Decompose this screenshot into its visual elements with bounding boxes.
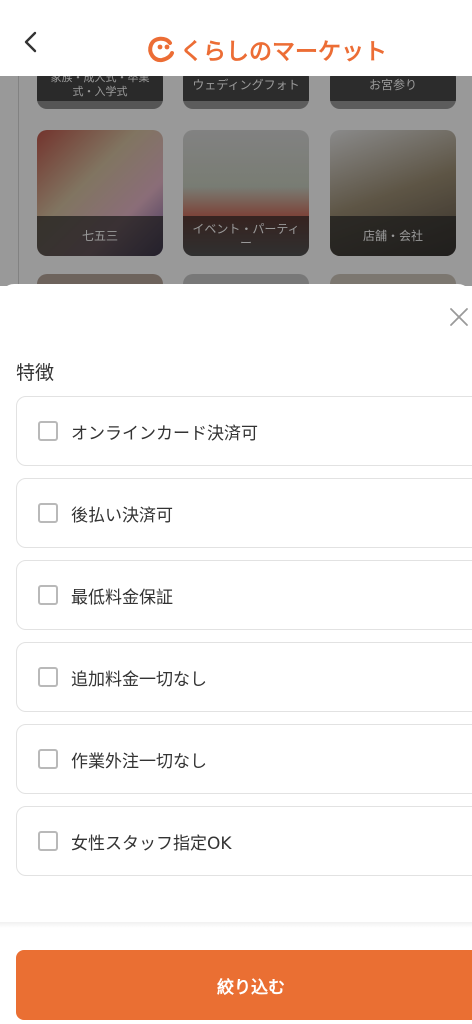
filter-option-deferred-payment[interactable]: 後払い決済可	[16, 478, 472, 548]
checkbox[interactable]	[38, 585, 58, 605]
checkbox[interactable]	[38, 667, 58, 687]
logo-text: くらしのマーケット	[180, 39, 387, 65]
modal-overlay[interactable]	[0, 76, 472, 286]
option-label: 最低料金保証	[71, 588, 173, 608]
filter-option-no-extra-fees[interactable]: 追加料金一切なし	[16, 642, 472, 712]
close-icon[interactable]	[448, 306, 470, 328]
filter-option-no-outsourcing[interactable]: 作業外注一切なし	[16, 724, 472, 794]
option-label: 作業外注一切なし	[71, 752, 207, 772]
brand-logo[interactable]: くらしのマーケット	[144, 31, 387, 67]
app-header: くらしのマーケット	[0, 0, 472, 76]
filter-sheet: 特徴 オンラインカード決済可 後払い決済可 最低料金保証 追加料金一切なし 作業…	[0, 284, 472, 1024]
filter-option-female-staff[interactable]: 女性スタッフ指定OK	[16, 806, 472, 876]
divider	[0, 922, 472, 928]
checkbox[interactable]	[38, 503, 58, 523]
checkbox[interactable]	[38, 749, 58, 769]
apply-filter-button[interactable]: 絞り込む	[16, 950, 472, 1020]
filter-option-online-card[interactable]: オンラインカード決済可	[16, 396, 472, 466]
checkbox[interactable]	[38, 831, 58, 851]
option-label: オンラインカード決済可	[71, 424, 258, 444]
logo-mark-icon	[148, 36, 174, 63]
checkbox[interactable]	[38, 421, 58, 441]
filter-option-min-price-guarantee[interactable]: 最低料金保証	[16, 560, 472, 630]
back-arrow-icon[interactable]	[20, 30, 44, 54]
option-label: 後払い決済可	[71, 506, 173, 526]
option-label: 女性スタッフ指定OK	[71, 834, 232, 854]
option-label: 追加料金一切なし	[71, 670, 207, 690]
section-title: 特徴	[16, 362, 55, 384]
